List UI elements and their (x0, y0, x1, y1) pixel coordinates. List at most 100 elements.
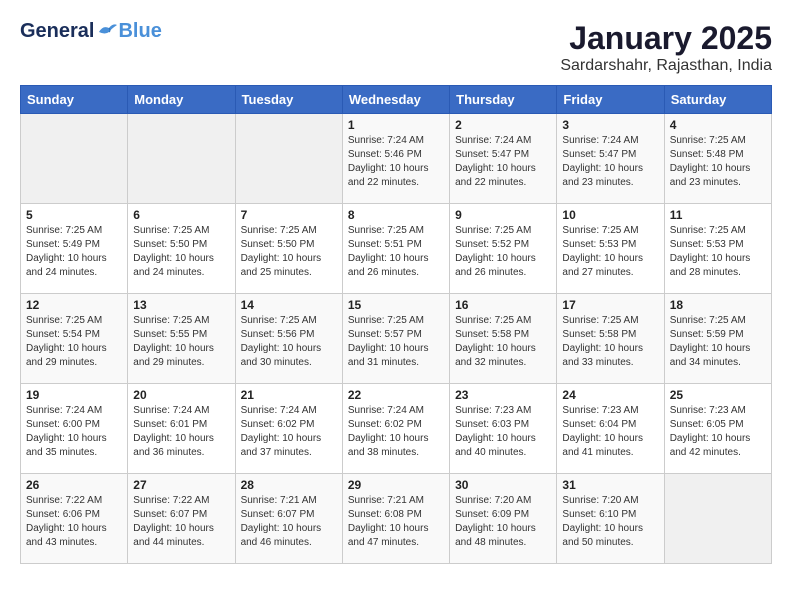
day-content: Sunrise: 7:24 AM Sunset: 6:00 PM Dayligh… (26, 404, 122, 460)
day-number: 5 (26, 208, 122, 222)
calendar-cell: 7 Sunrise: 7:25 AM Sunset: 5:50 PM Daylig… (235, 204, 342, 294)
day-content: Sunrise: 7:25 AM Sunset: 5:56 PM Dayligh… (241, 314, 337, 370)
calendar-cell: 30Sunrise: 7:20 AM Sunset: 6:09 PM Dayli… (450, 474, 557, 564)
day-content: Sunrise: 7:24 AM Sunset: 5:46 PM Dayligh… (348, 134, 444, 190)
day-content: Sunrise: 7:25 AM Sunset: 5:51 PM Dayligh… (348, 224, 444, 280)
day-number: 3 (562, 118, 658, 132)
day-number: 28 (241, 478, 337, 492)
calendar-cell: 15 Sunrise: 7:25 AM Sunset: 5:57 PM Dayli… (342, 294, 449, 384)
day-content: Sunrise: 7:25 AM Sunset: 5:55 PM Dayligh… (133, 314, 229, 370)
calendar-table: SundayMondayTuesdayWednesdayThursdayFrid… (20, 85, 772, 564)
day-content: Sunrise: 7:25 AM Sunset: 5:53 PM Dayligh… (670, 224, 766, 280)
calendar-week-row: 12 Sunrise: 7:25 AM Sunset: 5:54 PM Dayli… (21, 294, 772, 384)
day-number: 12 (26, 298, 122, 312)
calendar-week-row: 19 Sunrise: 7:24 AM Sunset: 6:00 PM Dayli… (21, 384, 772, 474)
calendar-header-sunday: Sunday (21, 86, 128, 114)
calendar-cell: 20Sunrise: 7:24 AM Sunset: 6:01 PM Dayli… (128, 384, 235, 474)
logo-blue: Blue (118, 20, 161, 43)
day-content: Sunrise: 7:20 AM Sunset: 6:09 PM Dayligh… (455, 494, 551, 550)
day-number: 2 (455, 118, 551, 132)
calendar-cell: 6Sunrise: 7:25 AM Sunset: 5:50 PM Daylig… (128, 204, 235, 294)
day-content: Sunrise: 7:24 AM Sunset: 5:47 PM Dayligh… (455, 134, 551, 190)
day-number: 21 (241, 388, 337, 402)
calendar-cell: 3 Sunrise: 7:24 AM Sunset: 5:47 PM Daylig… (557, 114, 664, 204)
day-number: 17 (562, 298, 658, 312)
calendar-week-row: 5 Sunrise: 7:25 AM Sunset: 5:49 PM Daylig… (21, 204, 772, 294)
day-content: Sunrise: 7:25 AM Sunset: 5:59 PM Dayligh… (670, 314, 766, 370)
day-number: 14 (241, 298, 337, 312)
day-content: Sunrise: 7:25 AM Sunset: 5:54 PM Dayligh… (26, 314, 122, 370)
calendar-cell (664, 474, 771, 564)
calendar-header-saturday: Saturday (664, 86, 771, 114)
day-content: Sunrise: 7:25 AM Sunset: 5:57 PM Dayligh… (348, 314, 444, 370)
calendar-cell: 17 Sunrise: 7:25 AM Sunset: 5:58 PM Dayli… (557, 294, 664, 384)
header: General Blue January 2025 Sardarshahr, R… (20, 20, 772, 75)
calendar-cell: 4 Sunrise: 7:25 AM Sunset: 5:48 PM Daylig… (664, 114, 771, 204)
calendar-cell: 12 Sunrise: 7:25 AM Sunset: 5:54 PM Dayli… (21, 294, 128, 384)
day-content: Sunrise: 7:25 AM Sunset: 5:52 PM Dayligh… (455, 224, 551, 280)
calendar-cell: 13Sunrise: 7:25 AM Sunset: 5:55 PM Dayli… (128, 294, 235, 384)
day-number: 9 (455, 208, 551, 222)
day-number: 18 (670, 298, 766, 312)
calendar-cell: 10 Sunrise: 7:25 AM Sunset: 5:53 PM Dayli… (557, 204, 664, 294)
calendar-week-row: 26 Sunrise: 7:22 AM Sunset: 6:06 PM Dayli… (21, 474, 772, 564)
day-content: Sunrise: 7:25 AM Sunset: 5:49 PM Dayligh… (26, 224, 122, 280)
day-content: Sunrise: 7:20 AM Sunset: 6:10 PM Dayligh… (562, 494, 658, 550)
day-number: 4 (670, 118, 766, 132)
day-number: 26 (26, 478, 122, 492)
calendar-cell: 29Sunrise: 7:21 AM Sunset: 6:08 PM Dayli… (342, 474, 449, 564)
calendar-cell: 24 Sunrise: 7:23 AM Sunset: 6:04 PM Dayli… (557, 384, 664, 474)
calendar-cell: 22 Sunrise: 7:24 AM Sunset: 6:02 PM Dayli… (342, 384, 449, 474)
calendar-cell: 21 Sunrise: 7:24 AM Sunset: 6:02 PM Dayli… (235, 384, 342, 474)
day-number: 29 (348, 478, 444, 492)
calendar-cell: 11 Sunrise: 7:25 AM Sunset: 5:53 PM Dayli… (664, 204, 771, 294)
logo-general: General (20, 20, 94, 43)
day-number: 7 (241, 208, 337, 222)
calendar-cell: 25 Sunrise: 7:23 AM Sunset: 6:05 PM Dayli… (664, 384, 771, 474)
day-number: 1 (348, 118, 444, 132)
logo-bird-icon (95, 23, 117, 41)
day-number: 23 (455, 388, 551, 402)
day-content: Sunrise: 7:22 AM Sunset: 6:07 PM Dayligh… (133, 494, 229, 550)
calendar-header-wednesday: Wednesday (342, 86, 449, 114)
calendar-cell: 14 Sunrise: 7:25 AM Sunset: 5:56 PM Dayli… (235, 294, 342, 384)
calendar-week-row: 1 Sunrise: 7:24 AM Sunset: 5:46 PM Daylig… (21, 114, 772, 204)
calendar-cell: 23 Sunrise: 7:23 AM Sunset: 6:03 PM Dayli… (450, 384, 557, 474)
day-content: Sunrise: 7:25 AM Sunset: 5:48 PM Dayligh… (670, 134, 766, 190)
day-number: 10 (562, 208, 658, 222)
day-content: Sunrise: 7:24 AM Sunset: 6:02 PM Dayligh… (241, 404, 337, 460)
day-content: Sunrise: 7:23 AM Sunset: 6:04 PM Dayligh… (562, 404, 658, 460)
day-content: Sunrise: 7:24 AM Sunset: 5:47 PM Dayligh… (562, 134, 658, 190)
page-title: January 2025 (560, 20, 772, 57)
day-number: 15 (348, 298, 444, 312)
day-content: Sunrise: 7:25 AM Sunset: 5:58 PM Dayligh… (562, 314, 658, 370)
calendar-cell (21, 114, 128, 204)
day-number: 11 (670, 208, 766, 222)
day-content: Sunrise: 7:25 AM Sunset: 5:50 PM Dayligh… (241, 224, 337, 280)
day-content: Sunrise: 7:25 AM Sunset: 5:50 PM Dayligh… (133, 224, 229, 280)
calendar-cell (235, 114, 342, 204)
calendar-cell: 26 Sunrise: 7:22 AM Sunset: 6:06 PM Dayli… (21, 474, 128, 564)
title-area: January 2025 Sardarshahr, Rajasthan, Ind… (560, 20, 772, 75)
calendar-header-friday: Friday (557, 86, 664, 114)
day-content: Sunrise: 7:21 AM Sunset: 6:07 PM Dayligh… (241, 494, 337, 550)
day-number: 31 (562, 478, 658, 492)
day-content: Sunrise: 7:24 AM Sunset: 6:02 PM Dayligh… (348, 404, 444, 460)
day-number: 8 (348, 208, 444, 222)
day-number: 16 (455, 298, 551, 312)
day-number: 19 (26, 388, 122, 402)
day-content: Sunrise: 7:25 AM Sunset: 5:53 PM Dayligh… (562, 224, 658, 280)
day-number: 24 (562, 388, 658, 402)
calendar-cell: 27Sunrise: 7:22 AM Sunset: 6:07 PM Dayli… (128, 474, 235, 564)
day-content: Sunrise: 7:22 AM Sunset: 6:06 PM Dayligh… (26, 494, 122, 550)
day-number: 25 (670, 388, 766, 402)
calendar-cell: 16Sunrise: 7:25 AM Sunset: 5:58 PM Dayli… (450, 294, 557, 384)
calendar-cell (128, 114, 235, 204)
day-number: 22 (348, 388, 444, 402)
calendar-cell: 2 Sunrise: 7:24 AM Sunset: 5:47 PM Daylig… (450, 114, 557, 204)
day-number: 20 (133, 388, 229, 402)
calendar-cell: 18 Sunrise: 7:25 AM Sunset: 5:59 PM Dayli… (664, 294, 771, 384)
logo: General Blue (20, 20, 162, 43)
day-content: Sunrise: 7:23 AM Sunset: 6:05 PM Dayligh… (670, 404, 766, 460)
day-content: Sunrise: 7:23 AM Sunset: 6:03 PM Dayligh… (455, 404, 551, 460)
